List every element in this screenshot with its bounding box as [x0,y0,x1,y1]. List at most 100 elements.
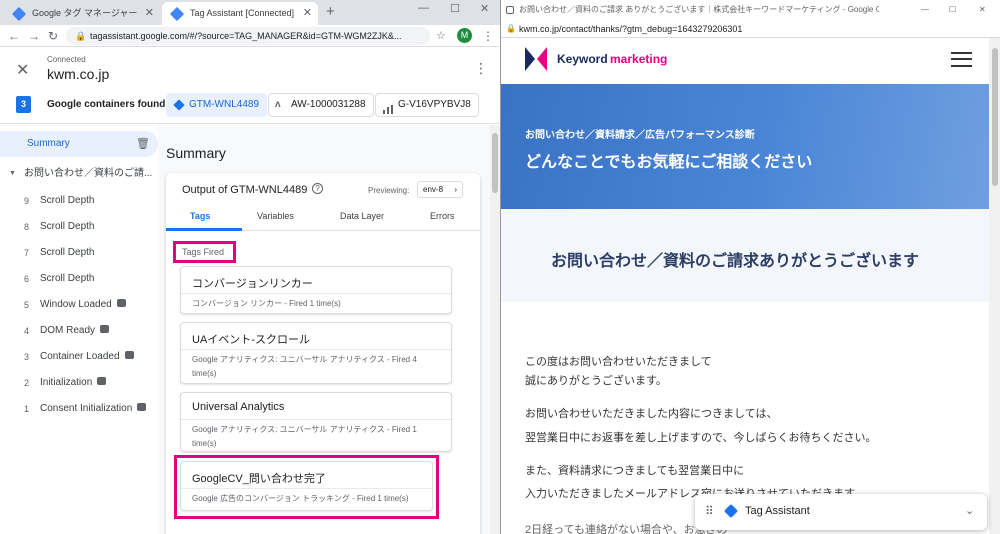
output-title: Output of GTM-WNL4489 [182,184,308,196]
page-icon [506,6,514,14]
tab-tag-assistant[interactable]: Tag Assistant [Connected] ✕ [162,2,318,25]
message-text: お問い合わせいただきました内容につきましては、 [525,408,778,420]
tab-errors[interactable]: Errors [430,211,455,221]
sidebar-page-item[interactable]: ▼ お問い合わせ／資料のご請... [0,161,158,187]
drag-handle-icon[interactable]: ⠿ [705,504,714,518]
sidebar-event-item[interactable]: 9 Scroll Depth [0,188,158,214]
tag-card[interactable]: GoogleCV_問い合わせ完了 Google 広告のコンバージョン トラッキン… [180,461,433,511]
output-card: Output of GTM-WNL4489 ? Previewing: env-… [166,173,480,534]
sidebar-event-item[interactable]: 2 Initialization [0,370,158,396]
tab-tags[interactable]: Tags [190,211,210,221]
hero-banner: お問い合わせ／資料請求／広告パフォーマンス診断 どんなことでもお気軽にご相談くだ… [501,84,989,209]
close-window-button[interactable]: ✕ [480,2,489,15]
gtm-icon [173,99,185,111]
url-field[interactable]: 🔒 tagassistant.google.com/#/?source=TAG_… [66,27,430,45]
sidebar-event-item[interactable]: 5 Window Loaded [0,292,158,318]
menu-kebab-icon[interactable]: ⋮ [482,29,494,43]
container-count-badge: 3 [16,96,31,113]
maximize-button[interactable]: ☐ [450,2,460,15]
back-icon[interactable]: ← [8,29,20,43]
help-icon[interactable]: ? [312,183,323,194]
webpage: Keyword marketing お問い合わせ／資料請求／広告パフォーマンス診… [501,38,989,534]
tag-assistant-icon [723,503,739,519]
clear-list-icon[interactable]: 🗑 [136,131,150,157]
more-options-icon[interactable]: ⋮ [474,60,488,77]
url-field[interactable]: 🔒 kwm.co.jp/contact/thanks/?gtm_debug=16… [501,20,1000,38]
profile-avatar[interactable]: M [457,28,472,43]
tag-card[interactable]: コンバージョンリンカー コンバージョン リンカー - Fired 1 time(… [180,266,452,314]
scrollbar-thumb[interactable] [492,133,498,193]
containers-bar: 3 Google containers found GTM-WNL4489 ᴧ … [0,92,500,124]
hamburger-menu-icon[interactable] [951,52,972,67]
thanks-heading: お問い合わせ／資料のご請求ありがとうございます [551,253,920,270]
logo-text-keyword: Keyword [557,52,608,66]
event-badge-icon [97,377,107,386]
maximize-button[interactable]: ☐ [949,0,956,20]
lock-icon: 🔒 [75,31,87,41]
scrollbar-thumb[interactable] [992,48,998,186]
collapse-chevron-icon[interactable]: ⌄ [965,504,974,517]
message-text: また、資料請求につきましても翌営業日中に [525,465,745,477]
container-chip-ads[interactable]: ᴧ AW-1000031288 [268,93,374,117]
sidebar-event-item[interactable]: 8 Scroll Depth [0,214,158,240]
message-text: 誠にありがとうございます。 [525,375,667,387]
active-tab-indicator [166,228,242,231]
tag-assistant-label: Tag Assistant [745,505,810,517]
close-window-button[interactable]: ✕ [979,0,986,20]
google-ads-icon: ᴧ [275,99,281,110]
close-tab-icon[interactable]: ✕ [303,2,312,25]
tag-assistant-window: Google タグ マネージャー ✕ Tag Assistant [Connec… [0,0,500,534]
hero-title: どんなことでもお気軽にご相談ください [525,154,813,171]
new-tab-button[interactable]: + [326,3,335,20]
scrollbar[interactable] [989,38,1000,534]
sidebar-event-item[interactable]: 1 Consent Initialization [0,396,158,422]
minimize-button[interactable]: — [921,0,929,20]
close-icon[interactable]: ✕ [16,60,29,80]
website-window: お問い合わせ／資料のご請求 ありがとうございます｜株式会社キーワードマーケティン… [500,0,1000,534]
sidebar-event-item[interactable]: 3 Container Loaded [0,344,158,370]
event-badge-icon [116,299,126,308]
previewing-label: Previewing: [368,186,410,195]
tag-assistant-icon [169,6,185,22]
hero-subtitle: お問い合わせ／資料請求／広告パフォーマンス診断 [525,130,755,141]
event-badge-icon [100,325,110,334]
site-header: Keyword marketing [501,38,989,84]
star-icon[interactable]: ☆ [436,29,446,43]
tag-card-divider [181,293,451,294]
caret-down-icon: ▼ [9,170,16,177]
containers-label: Google containers found [47,99,166,110]
scrollbar[interactable] [490,125,500,534]
tag-card-divider [181,419,451,420]
tags-fired-heading: Tags Fired [173,241,236,263]
tag-card[interactable]: UAイベント-スクロール Google アナリティクス: ユニバーサル アナリテ… [180,322,452,384]
tab-tag-manager[interactable]: Google タグ マネージャー ✕ [4,2,160,25]
container-chip-gtm[interactable]: GTM-WNL4489 [166,93,268,117]
tag-card-divider [181,488,432,489]
tag-card[interactable]: Universal Analytics Google アナリティクス: ユニバー… [180,392,452,452]
ta-header: ✕ Connected kwm.co.jp ⋮ [0,48,500,92]
summary-heading: Summary [166,145,226,161]
summary-panel: Summary Output of GTM-WNL4489 ? Previewi… [158,125,490,534]
container-chip-analytics[interactable]: G-V16VPYBVJ8 [375,93,479,117]
tag-assistant-badge[interactable]: ⠿ Tag Assistant ⌄ [695,494,987,530]
event-sidebar: Summary 🗑 ▼ お問い合わせ／資料のご請... 9 Scroll Dept… [0,125,158,534]
window-titlebar: お問い合わせ／資料のご請求 ありがとうございます｜株式会社キーワードマーケティン… [501,0,1000,20]
logo-icon[interactable] [525,47,547,71]
close-tab-icon[interactable]: ✕ [145,2,154,25]
sidebar-event-item[interactable]: 7 Scroll Depth [0,240,158,266]
environment-select[interactable]: env-8 › [417,181,463,198]
sidebar-event-item[interactable]: 6 Scroll Depth [0,266,158,292]
content-area: お問い合わせ／資料のご請求ありがとうございます この度はお問い合わせいただきまし… [501,209,989,534]
forward-icon[interactable]: → [28,29,40,43]
minimize-button[interactable]: — [418,2,429,14]
chevron-right-icon: › [454,185,457,194]
sidebar-event-item[interactable]: 4 DOM Ready [0,318,158,344]
reload-icon[interactable]: ↻ [48,29,58,43]
tab-variables[interactable]: Variables [257,211,294,221]
tab-data-layer[interactable]: Data Layer [340,211,384,221]
analytics-icon [383,101,393,114]
tag-card-divider [181,349,451,350]
message-text: 翌営業日中にお返事を差し上げますので、今しばらくお待ちください。 [525,432,877,444]
gtm-icon [11,6,27,22]
sidebar-item-summary[interactable]: Summary 🗑 [0,131,158,157]
